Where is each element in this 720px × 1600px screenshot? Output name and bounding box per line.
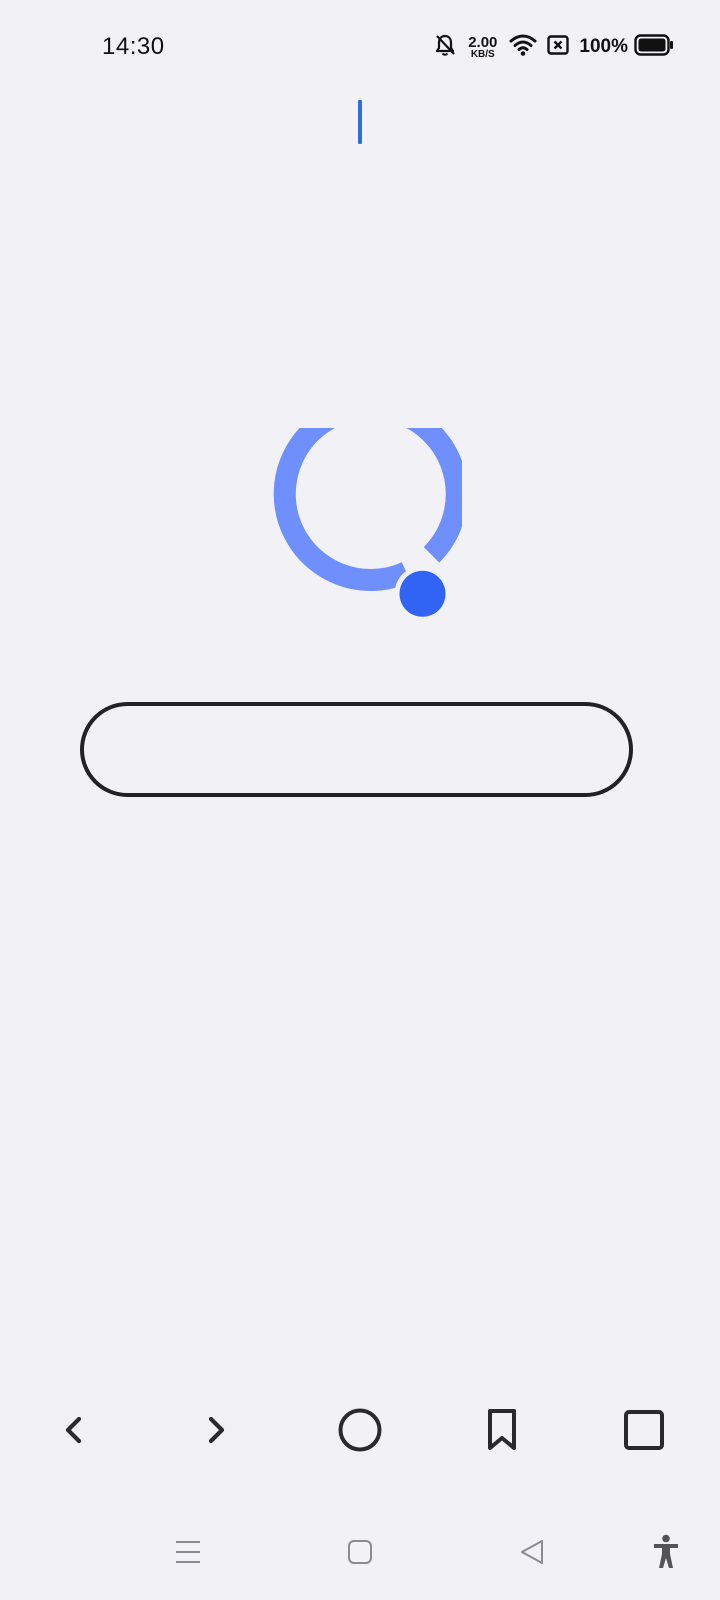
status-time: 14:30 — [102, 33, 165, 60]
bell-off-icon — [434, 33, 456, 62]
home-square-icon — [346, 1538, 374, 1571]
back-triangle-icon — [518, 1538, 546, 1571]
home-icon — [337, 1407, 383, 1458]
accessibility-button[interactable] — [636, 1518, 696, 1590]
home-button[interactable] — [320, 1392, 400, 1472]
back-button[interactable] — [34, 1392, 114, 1472]
system-nav-bar — [0, 1518, 720, 1590]
system-home-button[interactable] — [330, 1518, 390, 1590]
back-icon — [54, 1410, 94, 1455]
wifi-icon — [509, 34, 537, 61]
bookmark-button[interactable] — [462, 1392, 542, 1472]
sim-x-icon — [547, 34, 570, 60]
tabs-icon — [622, 1408, 666, 1457]
forward-button[interactable] — [176, 1392, 256, 1472]
status-bar: 14:30 2.00 KB/S 100% — [0, 0, 720, 96]
menu-icon — [173, 1538, 203, 1571]
bookmark-icon — [482, 1408, 522, 1457]
tabs-button[interactable] — [604, 1392, 684, 1472]
app-logo — [256, 396, 468, 634]
recents-button[interactable] — [158, 1518, 218, 1590]
status-icons: 2.00 KB/S 100% — [434, 32, 674, 62]
system-back-button[interactable] — [502, 1518, 562, 1590]
net-speed-value: 2.00 — [468, 33, 498, 51]
browser-toolbar — [0, 1392, 720, 1472]
battery-percent: 100% — [579, 36, 628, 57]
battery-icon — [634, 33, 674, 61]
net-speed-unit: KB/S — [470, 48, 495, 60]
net-speed: 2.00 KB/S — [468, 35, 497, 60]
text-cursor — [358, 100, 362, 144]
accessibility-icon — [651, 1534, 681, 1575]
forward-icon — [196, 1410, 236, 1455]
search-input[interactable] — [80, 702, 633, 797]
